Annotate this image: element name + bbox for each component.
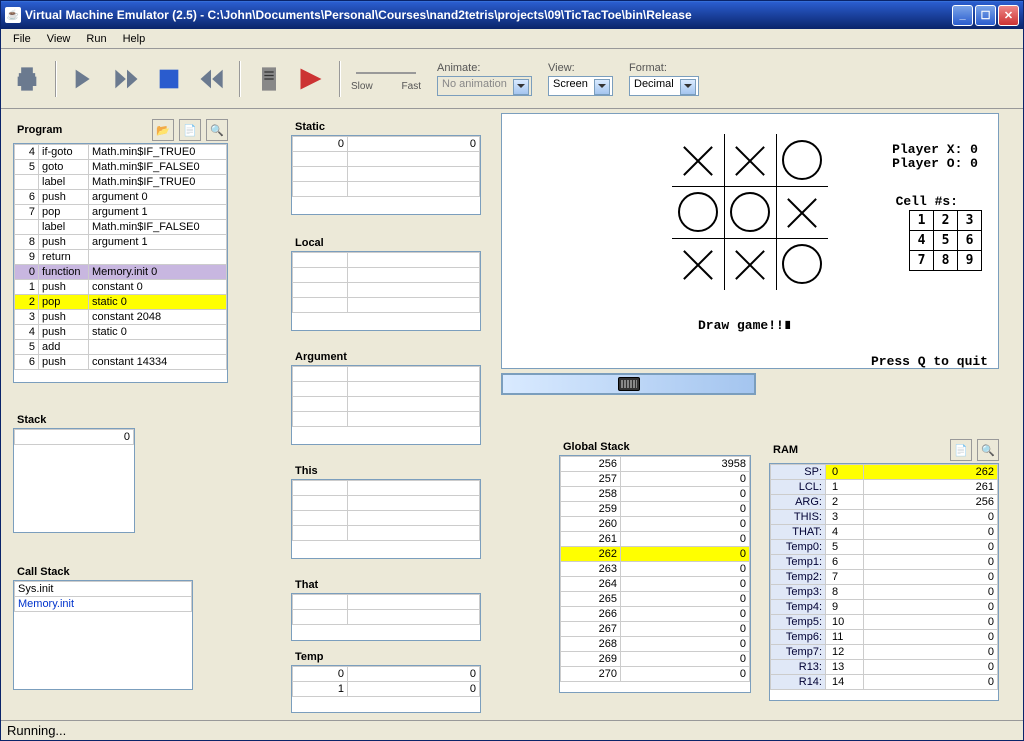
- temp-grid[interactable]: 0010: [291, 665, 481, 713]
- callstack-label: Call Stack: [13, 564, 193, 580]
- local-grid[interactable]: [291, 251, 481, 331]
- argument-grid[interactable]: [291, 365, 481, 445]
- that-panel: That: [291, 577, 481, 641]
- step-button[interactable]: [67, 61, 103, 97]
- content-area: Program 📂 📄 🔍 4if-gotoMath.min$IF_TRUE05…: [1, 109, 1023, 720]
- java-icon: ☕: [5, 7, 21, 23]
- program-label: Program: [13, 122, 66, 138]
- callstack-grid[interactable]: Sys.initMemory.init: [13, 580, 193, 690]
- stack-grid[interactable]: 0: [13, 428, 135, 533]
- speed-slider[interactable]: SlowFast: [351, 65, 421, 92]
- animate-dropdown[interactable]: No animation: [437, 76, 532, 96]
- status-text: Running...: [7, 723, 66, 738]
- this-panel: This: [291, 463, 481, 559]
- argument-panel: Argument: [291, 349, 481, 445]
- view-label: View:: [548, 62, 613, 74]
- globalstack-label: Global Stack: [559, 439, 751, 455]
- local-label: Local: [291, 235, 481, 251]
- ram-label: RAM: [769, 442, 802, 458]
- open-program-button[interactable]: 📂: [152, 119, 174, 141]
- cell-nums-label: Cell #s:: [896, 194, 958, 209]
- menu-file[interactable]: File: [5, 31, 39, 47]
- stack-label: Stack: [13, 412, 135, 428]
- close-button[interactable]: ✕: [998, 5, 1019, 26]
- window-title: Virtual Machine Emulator (2.5) - C:\John…: [25, 8, 952, 22]
- temp-panel: Temp 0010: [291, 649, 481, 713]
- player-x-score: Player X: 0: [892, 142, 978, 157]
- static-grid[interactable]: 00: [291, 135, 481, 215]
- rewind-button[interactable]: [193, 61, 229, 97]
- find-program-button[interactable]: 🔍: [206, 119, 228, 141]
- this-grid[interactable]: [291, 479, 481, 559]
- menubar: File View Run Help: [1, 29, 1023, 49]
- menu-run[interactable]: Run: [78, 31, 114, 47]
- that-label: That: [291, 577, 481, 593]
- format-dropdown[interactable]: Decimal: [629, 76, 699, 96]
- menu-help[interactable]: Help: [115, 31, 154, 47]
- ram-panel: RAM 📄 🔍 SP:0262LCL:1261ARG:2256THIS:30TH…: [769, 439, 999, 701]
- toolbar: SlowFast Animate: No animation View: Scr…: [1, 49, 1023, 109]
- stop-button[interactable]: [151, 61, 187, 97]
- local-panel: Local: [291, 235, 481, 331]
- this-label: This: [291, 463, 481, 479]
- statusbar: Running...: [1, 720, 1023, 740]
- static-label: Static: [291, 119, 481, 135]
- find-ram-button[interactable]: 🔍: [977, 439, 999, 461]
- view-dropdown[interactable]: Screen: [548, 76, 613, 96]
- minimize-button[interactable]: _: [952, 5, 973, 26]
- print-button[interactable]: [9, 61, 45, 97]
- new-program-button[interactable]: 📄: [179, 119, 201, 141]
- ram-grid[interactable]: SP:0262LCL:1261ARG:2256THIS:30THAT:40Tem…: [769, 463, 999, 701]
- keyboard-icon: [618, 377, 640, 391]
- animate-label: Animate:: [437, 62, 532, 74]
- menu-view[interactable]: View: [39, 31, 79, 47]
- emulator-screen: Player X: 0 Player O: 0 Cell #s: 1234567…: [501, 113, 999, 369]
- breakpoint-button[interactable]: [293, 61, 329, 97]
- press-q-text: Press Q to quit: [871, 354, 988, 369]
- cell-nums-grid: 123456789: [909, 210, 982, 271]
- temp-label: Temp: [291, 649, 481, 665]
- argument-label: Argument: [291, 349, 481, 365]
- format-label: Format:: [629, 62, 699, 74]
- that-grid[interactable]: [291, 593, 481, 641]
- keyboard-input[interactable]: [501, 373, 756, 395]
- program-panel: Program 📂 📄 🔍 4if-gotoMath.min$IF_TRUE05…: [13, 119, 228, 383]
- globalstack-panel: Global Stack 256395825702580259026002610…: [559, 439, 751, 693]
- titlebar: ☕ Virtual Machine Emulator (2.5) - C:\Jo…: [1, 1, 1023, 29]
- program-grid[interactable]: 4if-gotoMath.min$IF_TRUE05gotoMath.min$I…: [13, 143, 228, 383]
- player-o-score: Player O: 0: [892, 156, 978, 171]
- open-ram-button[interactable]: 📄: [950, 439, 972, 461]
- run-button[interactable]: [109, 61, 145, 97]
- maximize-button[interactable]: ☐: [975, 5, 996, 26]
- stack-panel: Stack 0: [13, 412, 135, 533]
- script-button[interactable]: [251, 61, 287, 97]
- globalstack-grid[interactable]: 2563958257025802590260026102620263026402…: [559, 455, 751, 693]
- static-panel: Static 00: [291, 119, 481, 215]
- draw-game-text: Draw game!!∎: [698, 318, 792, 333]
- app-window: ☕ Virtual Machine Emulator (2.5) - C:\Jo…: [0, 0, 1024, 741]
- callstack-panel: Call Stack Sys.initMemory.init: [13, 564, 193, 690]
